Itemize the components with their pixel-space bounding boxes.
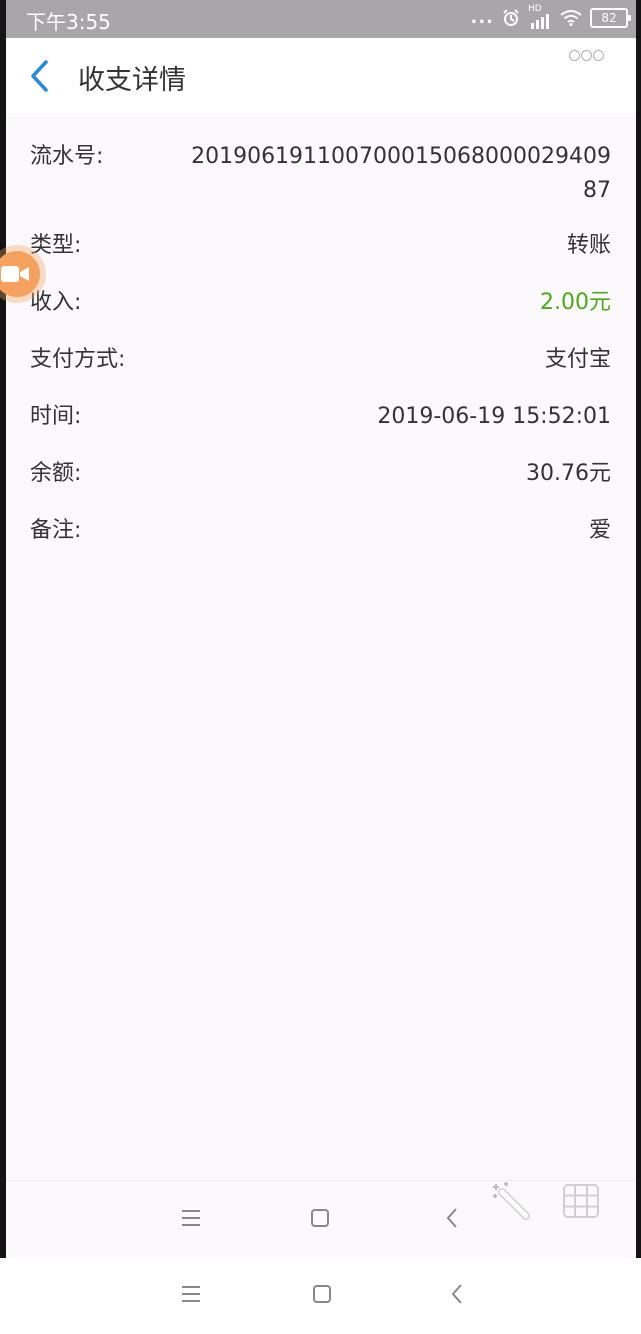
grid-icon [563,1184,599,1218]
more-icon [569,50,580,61]
more-icon [593,50,604,61]
signal-icon [531,13,549,29]
grid-button[interactable] [563,1184,599,1222]
detail-content: 流水号: 2019061911007000150680000​2940987 类… [6,113,636,1180]
remark-value: 爱 [588,518,611,543]
back-nav-button[interactable] [449,1282,465,1310]
more-dots-indicator: ... [470,7,494,28]
menu-icon [182,1286,200,1302]
square-icon [313,1285,331,1303]
screen-border-right [636,0,641,1258]
chevron-left-icon [31,60,48,92]
back-nav-button-inner[interactable] [444,1206,460,1234]
more-button[interactable] [569,50,604,61]
detail-label: 备注: [30,518,82,543]
alarm-icon [503,8,519,26]
magic-wand-icon [493,1182,530,1220]
app-header: 收支详情 [6,38,636,113]
wifi-icon [560,9,582,26]
detail-label: 类型: [30,233,82,258]
menu-button-inner[interactable] [180,1208,202,1232]
home-button[interactable] [312,1284,332,1308]
chevron-left-icon [446,1208,457,1228]
detail-label: 收入: [30,290,82,315]
payment-method-value: 支付宝 [544,347,611,372]
status-icons: ... HD 82 [470,4,631,29]
menu-button[interactable] [180,1284,202,1308]
type-value: 转账 [566,233,611,258]
more-icon [581,50,592,61]
detail-label: 支付方式: [30,347,126,372]
back-button[interactable] [26,58,56,94]
time-value: 2019-06-19 15:52:01 [377,404,611,429]
magic-wand-button[interactable] [490,1180,532,1226]
chevron-left-icon [451,1284,462,1304]
detail-label: 时间: [30,404,82,429]
status-bar: 下午3:55 ... HD 82 [6,0,636,38]
home-button-inner[interactable] [310,1208,330,1232]
page-title: 收支详情 [78,65,186,96]
serial-number-value: 2019061911007000150680000​2940987 [191,144,611,203]
balance-value: 30.76元 [526,461,611,486]
menu-icon [182,1210,200,1226]
hd-badge: HD [528,4,552,29]
detail-label: 余额: [30,461,82,486]
square-icon [311,1209,329,1227]
detail-label: 流水号: [30,144,104,169]
video-camera-icon [1,266,29,282]
battery-icon: 82 [590,7,631,28]
income-value: 2.00元 [540,290,611,315]
status-time: 下午3:55 [26,10,111,34]
